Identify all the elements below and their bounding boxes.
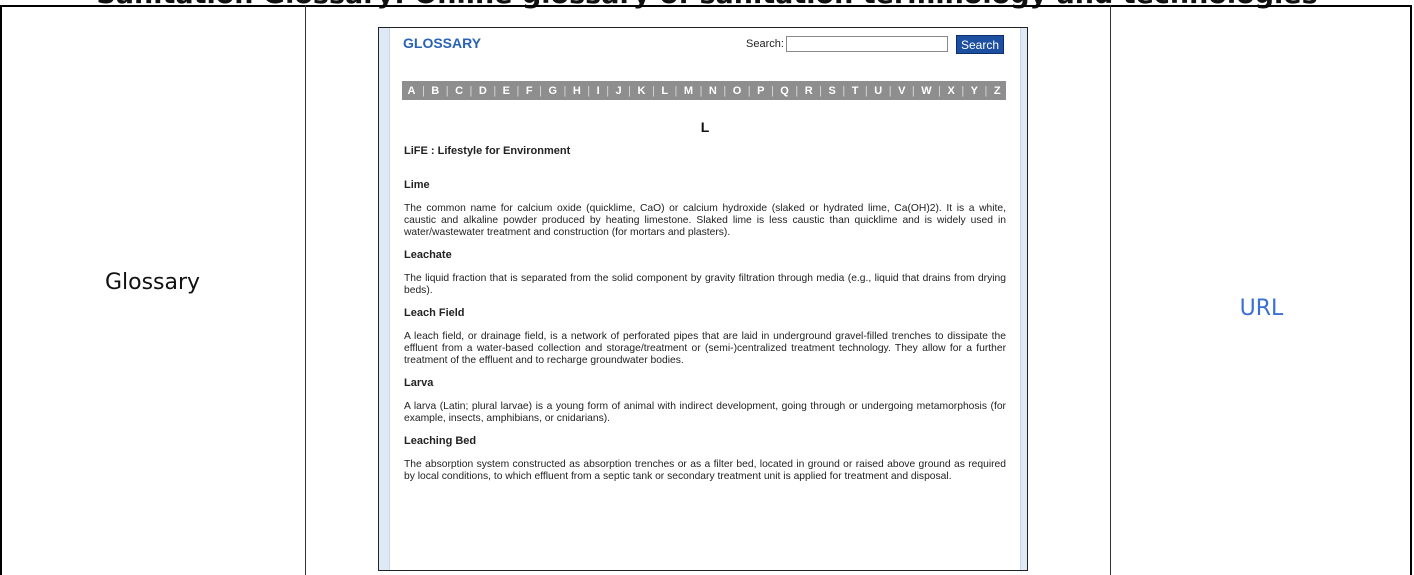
- alphabet-letter-o[interactable]: O: [727, 85, 747, 97]
- alphabet-letter-j[interactable]: J: [610, 85, 627, 97]
- entry-definition: The liquid fraction that is separated fr…: [404, 273, 1006, 296]
- alphabet-letter-f[interactable]: F: [520, 85, 538, 97]
- glossary-title: GLOSSARY: [403, 35, 482, 51]
- alphabet-letter-n[interactable]: N: [703, 85, 722, 97]
- alphabet-letter-w[interactable]: W: [916, 85, 937, 97]
- alphabet-letter-a[interactable]: A: [402, 85, 421, 97]
- alphabet-letter-r[interactable]: R: [799, 85, 818, 97]
- entry-term: Larva: [404, 377, 434, 389]
- column-divider: [1110, 5, 1111, 575]
- entry-term: Leaching Bed: [404, 435, 477, 447]
- current-letter-heading: L: [700, 119, 710, 135]
- alphabet-letter-k[interactable]: K: [632, 85, 651, 97]
- search-input[interactable]: [786, 36, 948, 52]
- alphabet-letter-i[interactable]: I: [591, 85, 605, 97]
- alphabet-letter-h[interactable]: H: [567, 85, 586, 97]
- alphabet-letter-u[interactable]: U: [869, 85, 888, 97]
- entry-term: Lime: [404, 179, 430, 191]
- alphabet-letter-v[interactable]: V: [893, 85, 911, 97]
- alphabet-letter-c[interactable]: C: [450, 85, 469, 97]
- glossary-entries: LiFE : Lifestyle for Environment Lime The …: [404, 145, 1006, 483]
- search-button[interactable]: Search: [956, 35, 1004, 54]
- alphabet-letter-p[interactable]: P: [752, 85, 770, 97]
- entry-term: LiFE : Lifestyle for Environment: [404, 145, 571, 157]
- alphabet-letter-e[interactable]: E: [497, 85, 515, 97]
- alphabet-letter-d[interactable]: D: [473, 85, 492, 97]
- alphabet-letter-m[interactable]: M: [678, 85, 698, 97]
- alphabet-letter-l[interactable]: L: [656, 85, 674, 97]
- alphabet-letter-s[interactable]: S: [823, 85, 841, 97]
- resource-name: Glossary: [104, 270, 201, 295]
- entry-term: Leachate: [404, 249, 452, 261]
- glossary-screenshot: GLOSSARY Search: Search A | B | C | D | E | F | G | H |…: [378, 27, 1028, 571]
- glossary-page: GLOSSARY Search: Search A | B | C | D | E | F | G | H |…: [389, 28, 1021, 570]
- alphabet-letter-y[interactable]: Y: [965, 85, 983, 97]
- alphabet-letter-g[interactable]: G: [543, 85, 563, 97]
- alphabet-letter-z[interactable]: Z: [988, 85, 1006, 97]
- alphabet-letter-q[interactable]: Q: [775, 85, 795, 97]
- column-divider: [305, 5, 306, 575]
- entry-term: Leach Field: [404, 307, 465, 319]
- alphabet-letter-x[interactable]: X: [942, 85, 960, 97]
- url-link[interactable]: URL: [1111, 296, 1412, 321]
- search-label: Search:: [746, 38, 784, 50]
- entry-definition: A larva (Latin; plural larvae) is a youn…: [404, 401, 1006, 424]
- alphabet-letter-t[interactable]: T: [846, 85, 864, 97]
- entry-definition: The common name for calcium oxide (quick…: [404, 203, 1006, 238]
- alphabet-nav: A | B | C | D | E | F | G | H | I | J | K | L | M | N | O | P | Q | R | S | T |…: [402, 81, 1006, 100]
- alphabet-letter-b[interactable]: B: [426, 85, 445, 97]
- entry-definition: The absorption system constructed as abs…: [404, 459, 1006, 482]
- entry-definition: A leach field, or drainage field, is a n…: [404, 331, 1006, 366]
